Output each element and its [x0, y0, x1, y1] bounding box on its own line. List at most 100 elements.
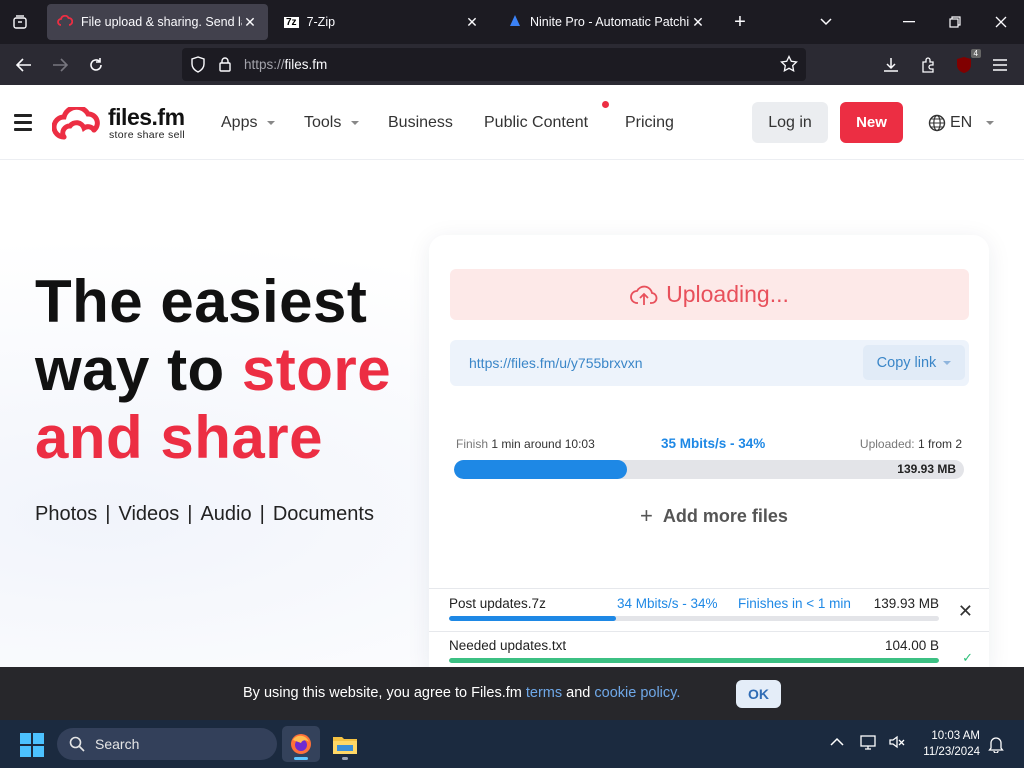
downloads-icon[interactable] [878, 52, 904, 78]
clock-time: 10:03 AM [931, 730, 980, 742]
uploaded-count: Uploaded: 1 from 2 [859, 437, 962, 451]
terms-link[interactable]: terms [526, 685, 562, 701]
file-progress-fill [449, 658, 939, 663]
close-window-icon[interactable] [989, 10, 1013, 34]
hero-link-audio[interactable]: Audio [200, 503, 251, 525]
close-tab-icon[interactable]: ✕ [690, 14, 706, 30]
tab-title: Ninite Pro - Automatic Patching [530, 15, 690, 29]
restore-window-icon[interactable] [943, 10, 967, 34]
running-app-indicator [342, 757, 348, 760]
finish-estimate: Finish 1 min around 10:03 [456, 437, 595, 451]
chevron-down-icon [986, 121, 995, 125]
add-more-files-button[interactable]: + Add more files [640, 503, 788, 529]
minimize-window-icon[interactable] [897, 10, 921, 34]
file-finish: Finishes in < 1 min [738, 596, 851, 611]
url-bar[interactable]: https://files.fm [182, 48, 806, 81]
file-name: Post updates.7z [449, 596, 546, 611]
windows-taskbar: Search 10:03 AM 11/23/2024 [0, 720, 1024, 768]
network-icon[interactable] [860, 734, 878, 755]
lock-icon[interactable] [218, 56, 232, 77]
hero-media-links: Photos | Videos | Audio | Documents [35, 503, 374, 525]
close-tab-icon[interactable]: ✕ [464, 14, 480, 30]
tab-title: 7-Zip [306, 15, 336, 29]
cloud-logo-icon [52, 107, 100, 140]
chevron-down-icon [351, 120, 360, 125]
total-size: 139.93 MB [897, 462, 956, 476]
list-all-tabs-icon[interactable] [814, 10, 838, 34]
ublock-origin-icon[interactable]: 4 [951, 49, 981, 78]
file-size: 104.00 B [884, 638, 939, 653]
firefox-taskbar-icon[interactable] [282, 726, 320, 762]
file-row: Post updates.7z 34 Mbits/s - 34% Finishe… [429, 588, 989, 631]
taskbar-clock[interactable]: 10:03 AM 11/23/2024 [923, 728, 980, 760]
hamburger-menu-icon[interactable] [14, 114, 32, 131]
copy-link-button[interactable]: Copy link [863, 345, 965, 380]
close-tab-icon[interactable]: ✕ [242, 14, 258, 30]
files-fm-logo[interactable]: files.fm store share sell [52, 104, 185, 142]
hero-link-photos[interactable]: Photos [35, 503, 97, 525]
browser-nav-bar: https://files.fm 4 [0, 44, 1024, 85]
plus-icon: + [640, 503, 653, 528]
tab-files-fm[interactable]: File upload & sharing. Send large ✕ [47, 4, 268, 40]
tab-list-icon [13, 15, 27, 29]
search-icon [69, 736, 85, 752]
cancel-upload-icon[interactable]: ✕ [958, 601, 973, 622]
cookie-banner: By using this website, you agree to File… [0, 667, 1024, 720]
file-progress-bar [449, 616, 939, 621]
clock-date: 11/23/2024 [923, 746, 980, 758]
extension-badge: 4 [970, 49, 981, 58]
shield-icon[interactable] [190, 56, 206, 78]
windows-start-icon[interactable] [20, 733, 44, 757]
files-fm-favicon-icon [57, 14, 74, 30]
tab-7zip[interactable]: 7z 7-Zip ✕ [274, 4, 490, 40]
tab-ninite[interactable]: Ninite Pro - Automatic Patching ✕ [498, 4, 716, 40]
total-progress-fill [454, 460, 628, 479]
hero-title: The easiest way to store and share [35, 268, 392, 471]
file-progress-fill [449, 616, 616, 621]
bookmark-star-icon[interactable] [780, 54, 798, 78]
language-selector[interactable]: EN [928, 114, 995, 132]
volume-muted-icon[interactable] [888, 734, 906, 755]
nav-apps[interactable]: Apps [221, 114, 276, 132]
login-button[interactable]: Log in [752, 102, 828, 143]
tab-title: File upload & sharing. Send large [81, 15, 242, 29]
ninite-favicon-icon [508, 14, 522, 31]
active-app-indicator [294, 757, 308, 760]
tab-list-button[interactable] [8, 10, 32, 34]
reload-icon[interactable] [83, 52, 109, 78]
language-label: EN [950, 114, 973, 131]
back-arrow-icon[interactable] [11, 52, 37, 78]
hero-link-videos[interactable]: Videos [118, 503, 179, 525]
chevron-down-icon [267, 120, 276, 125]
file-speed: 34 Mbits/s - 34% [617, 596, 718, 611]
url-text: https://files.fm [244, 57, 328, 72]
file-row: Needed updates.txt 104.00 B ✓ [429, 631, 989, 667]
new-tab-icon[interactable]: + [728, 10, 752, 34]
cookie-ok-button[interactable]: OK [736, 680, 781, 708]
cookie-policy-link[interactable]: cookie policy. [594, 685, 680, 701]
share-link-text[interactable]: https://files.fm/u/y755brxvxn [469, 355, 643, 371]
extensions-icon[interactable] [915, 52, 941, 78]
hero-link-documents[interactable]: Documents [273, 503, 374, 525]
nav-tools[interactable]: Tools [304, 114, 360, 132]
logo-name: files.fm [108, 104, 185, 130]
nav-business[interactable]: Business [388, 114, 453, 132]
nav-public-content[interactable]: Public Content [484, 114, 588, 132]
checkmark-icon: ✓ [962, 650, 973, 665]
nav-pricing[interactable]: Pricing [625, 114, 674, 132]
taskbar-search[interactable]: Search [57, 728, 277, 760]
upload-speed: 35 Mbits/s - 34% [661, 436, 766, 451]
new-button[interactable]: New [840, 102, 903, 143]
file-name: Needed updates.txt [449, 638, 567, 653]
browser-tab-bar: File upload & sharing. Send large ✕ 7z 7… [0, 0, 1024, 44]
show-hidden-icons-icon[interactable] [830, 734, 844, 752]
app-menu-icon[interactable] [987, 52, 1013, 78]
notification-bell-icon[interactable] [988, 735, 1004, 758]
file-explorer-taskbar-icon[interactable] [326, 726, 364, 762]
7zip-favicon-icon: 7z [284, 16, 299, 28]
uploading-status: Uploading... [450, 269, 969, 320]
chevron-down-icon [943, 360, 952, 365]
forward-arrow-icon[interactable] [47, 52, 73, 78]
total-progress-bar: 139.93 MB [454, 460, 964, 479]
globe-icon [928, 114, 946, 132]
